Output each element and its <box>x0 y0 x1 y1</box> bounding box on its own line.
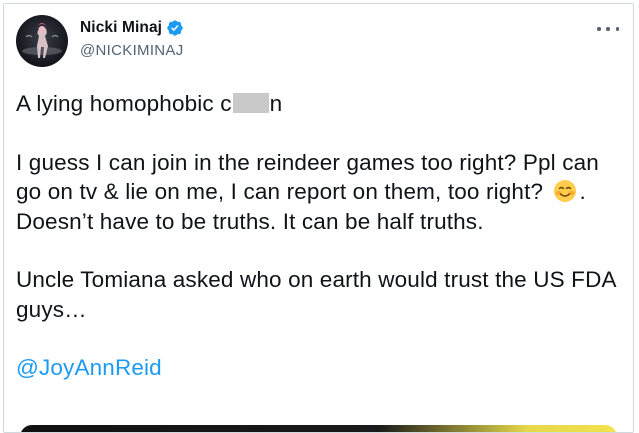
author-display-name[interactable]: Nicki Minaj <box>80 19 162 37</box>
tweet-paragraph: @JoyAnnReid <box>16 353 616 383</box>
tweet-card: Nicki Minaj @NICKIMINAJ A lying homophob… <box>3 3 634 433</box>
more-dot-icon <box>597 27 601 31</box>
mention-link[interactable]: @JoyAnnReid <box>16 355 162 380</box>
tweet-text: A lying homophobic c n I guess I can join… <box>16 89 616 383</box>
avatar-image <box>16 15 68 67</box>
avatar[interactable] <box>16 15 68 67</box>
more-dot-icon <box>615 27 619 31</box>
more-options-button[interactable] <box>597 21 619 37</box>
media-preview[interactable] <box>20 425 617 432</box>
tweet-line-start: A lying homophobic c <box>16 91 232 116</box>
blushing-smile-emoji-icon <box>553 179 577 203</box>
tweet-paragraph: Uncle Tomiana asked who on earth would t… <box>16 267 616 322</box>
author-handle[interactable]: @NICKIMINAJ <box>80 42 184 59</box>
tweet-line-end: n <box>269 91 283 116</box>
censored-word-block <box>232 93 269 113</box>
more-dot-icon <box>606 27 610 31</box>
tweet-paragraph: I guess I can join in the reindeer games… <box>16 148 616 237</box>
tweet-paragraph: A lying homophobic c n <box>16 89 616 119</box>
verified-badge-icon <box>166 19 184 37</box>
tweet-text-segment: I guess I can join in the reindeer games… <box>16 149 599 205</box>
author-name-row[interactable]: Nicki Minaj <box>80 19 184 37</box>
